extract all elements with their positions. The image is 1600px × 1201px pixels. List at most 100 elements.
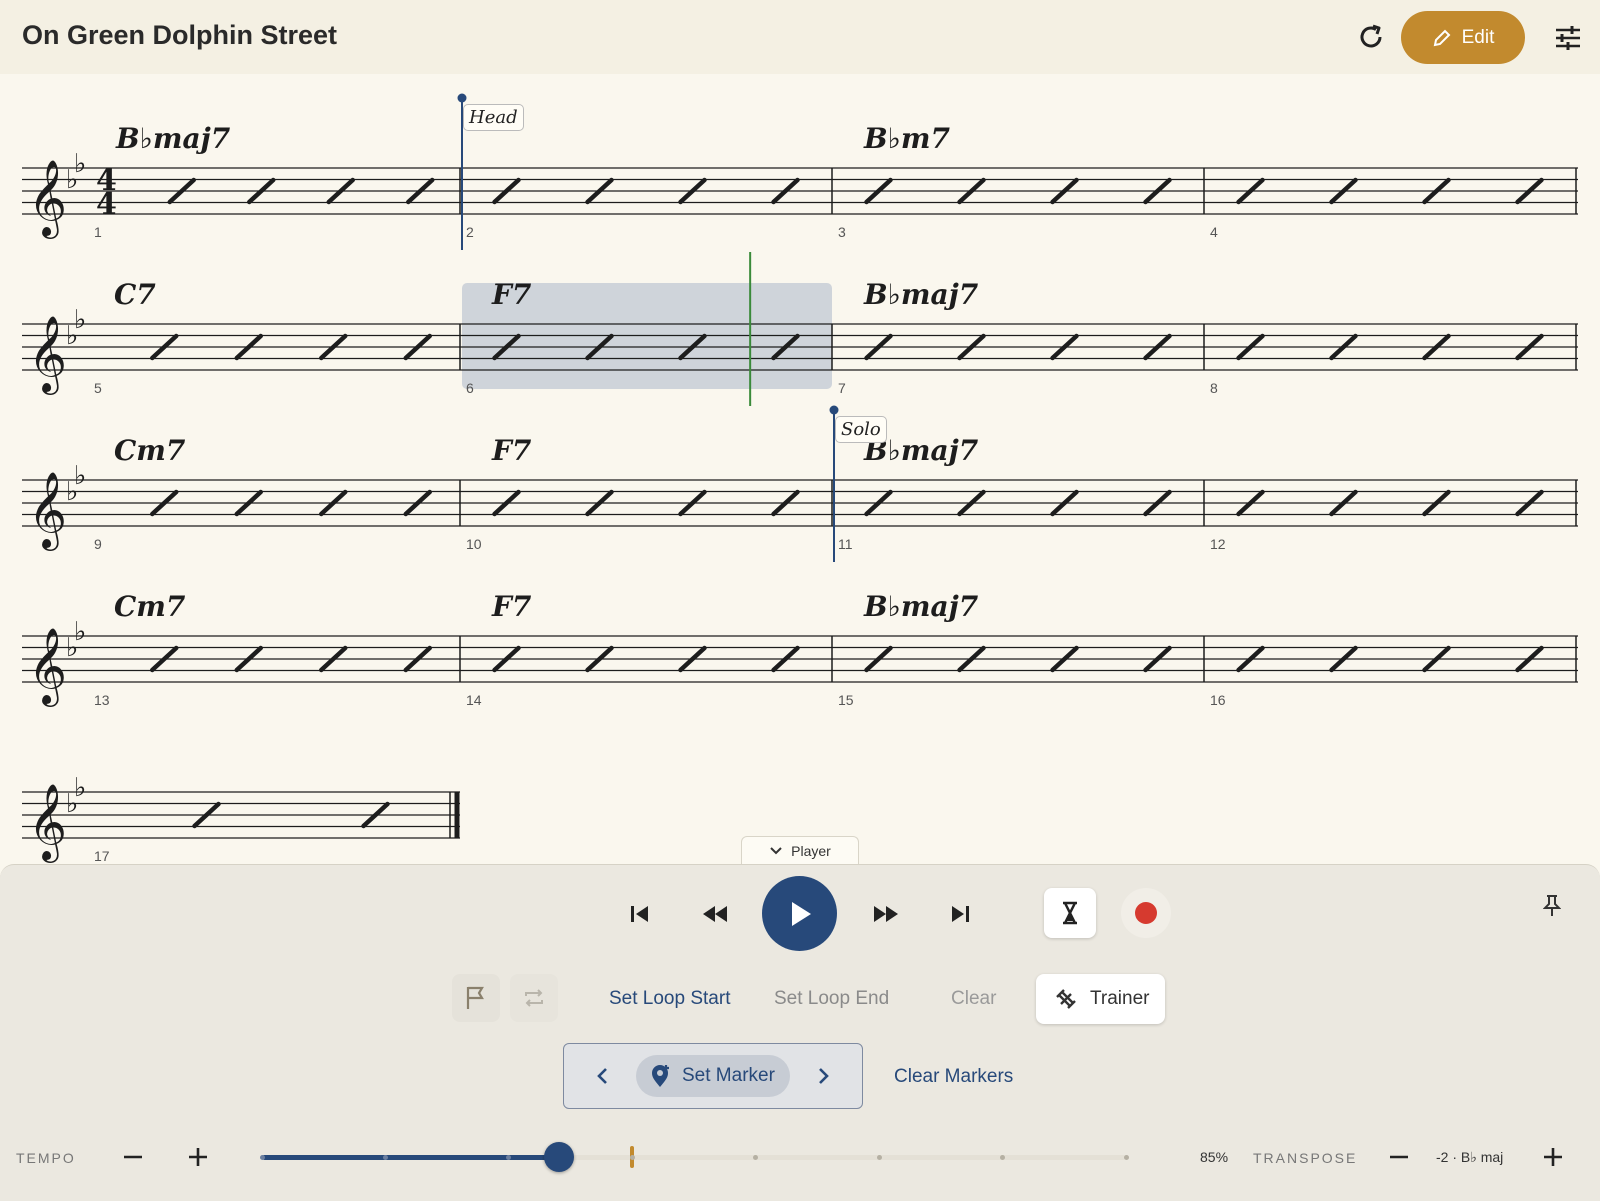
clear-markers-button[interactable]: Clear Markers xyxy=(894,1066,1013,1088)
chord-symbol: F7 xyxy=(492,590,532,623)
key-signature-flat: ♭ xyxy=(74,461,86,491)
measure-number: 12 xyxy=(1210,536,1226,552)
skip-to-end-icon xyxy=(952,906,969,922)
clear-loop-button[interactable]: Clear xyxy=(951,988,996,1010)
play-icon xyxy=(791,901,811,926)
dumbbell-icon xyxy=(1056,989,1076,1009)
skip-to-start-icon xyxy=(631,906,648,922)
lead-sheet[interactable]: 𝄞 ♭ ♭ 4 4 𝄞 ♭ ♭ 𝄞 ♭ ♭ 𝄞 ♭ ♭ 𝄞 ♭ ♭ B♭maj7 1 2 Head B♭m7 3 4 C7 5 F7… xyxy=(0,74,1600,864)
transpose-value: -2 · B♭ maj xyxy=(1436,1149,1504,1165)
measure-number: 10 xyxy=(466,536,482,552)
edit-label: Edit xyxy=(1461,26,1495,48)
measure-number: 15 xyxy=(838,692,854,708)
player-toggle-tab[interactable]: Player xyxy=(741,836,859,865)
set-marker-button[interactable]: Set Marker xyxy=(636,1055,790,1097)
fast-forward-button[interactable] xyxy=(868,898,904,930)
chord-symbol: F7 xyxy=(492,434,532,467)
pin-button[interactable] xyxy=(1538,892,1566,920)
tempo-slider-fill xyxy=(262,1155,560,1160)
measure-number: 1 xyxy=(94,224,102,240)
tempo-step-dot xyxy=(382,1155,388,1160)
rewind-button[interactable] xyxy=(697,898,733,930)
count-in-button[interactable] xyxy=(1044,888,1096,938)
measure-number: 8 xyxy=(1210,380,1218,396)
rewind-icon xyxy=(703,906,727,922)
measure-number: 17 xyxy=(94,848,110,864)
settings-button[interactable] xyxy=(1554,24,1582,52)
flag-icon xyxy=(466,986,484,1009)
measure-number: 11 xyxy=(838,536,853,552)
chord-symbol: B♭maj7 xyxy=(116,122,231,155)
hourglass-icon xyxy=(1063,901,1077,925)
treble-clef: 𝄞 xyxy=(28,627,67,707)
key-signature-flat: ♭ xyxy=(74,617,86,647)
tempo-step-dot xyxy=(1123,1155,1129,1160)
marker-pin xyxy=(829,405,839,415)
key-signature-flat: ♭ xyxy=(74,773,86,803)
key-signature-flat: ♭ xyxy=(74,149,86,179)
measure-number: 9 xyxy=(94,536,102,552)
transpose-down-button[interactable] xyxy=(1384,1142,1414,1172)
chord-symbol: F7 xyxy=(492,278,532,311)
measure-number: 14 xyxy=(466,692,482,708)
marker-label-solo[interactable]: Solo xyxy=(835,416,887,443)
score-staves: 𝄞♭♭ 44𝄞♭♭𝄞♭♭𝄞♭♭𝄞♭♭ xyxy=(22,93,1578,863)
measure-number: 7 xyxy=(838,380,846,396)
tempo-step-dot xyxy=(629,1155,635,1160)
treble-clef: 𝄞 xyxy=(28,159,67,239)
pin-icon xyxy=(1543,895,1561,916)
fast-forward-icon xyxy=(874,906,898,922)
next-marker-button[interactable] xyxy=(810,1060,838,1092)
chevron-down-icon xyxy=(770,847,782,855)
add-marker-icon xyxy=(652,1065,669,1087)
skip-to-start-button[interactable] xyxy=(624,898,656,930)
marker-label-head[interactable]: Head xyxy=(463,104,524,131)
tempo-step-dot xyxy=(876,1155,882,1160)
measure-number: 4 xyxy=(1210,224,1218,240)
edit-button[interactable]: Edit xyxy=(1401,11,1525,64)
play-button[interactable] xyxy=(762,876,837,951)
trainer-button[interactable]: Trainer xyxy=(1036,974,1165,1024)
sliders-icon xyxy=(1556,26,1580,50)
treble-clef: 𝄞 xyxy=(28,315,67,395)
tempo-label: TEMPO xyxy=(16,1150,76,1166)
measure-number: 2 xyxy=(466,224,474,240)
loop-flag-button[interactable] xyxy=(452,974,500,1022)
record-button[interactable] xyxy=(1121,888,1171,938)
tempo-step-dot xyxy=(259,1155,265,1160)
chord-symbol: B♭m7 xyxy=(864,122,950,155)
measure-number: 5 xyxy=(94,380,102,396)
transpose-label: TRANSPOSE xyxy=(1253,1150,1358,1166)
pencil-icon xyxy=(1433,29,1451,46)
set-loop-end-button[interactable]: Set Loop End xyxy=(774,988,889,1010)
skip-to-end-button[interactable] xyxy=(944,898,976,930)
chord-symbol: Cm7 xyxy=(114,590,186,623)
tempo-slider[interactable] xyxy=(259,1142,1129,1172)
tempo-decrease-button[interactable] xyxy=(118,1142,148,1172)
plus-icon xyxy=(1544,1148,1562,1166)
key-signature-flat: ♭ xyxy=(74,305,86,335)
time-signature-bottom: 4 xyxy=(96,187,117,222)
refresh-button[interactable] xyxy=(1356,22,1386,52)
player-tab-label: Player xyxy=(791,843,831,859)
refresh-icon xyxy=(1360,24,1382,48)
tempo-increase-button[interactable] xyxy=(183,1142,213,1172)
loop-toggle-button[interactable] xyxy=(510,974,558,1022)
marker-pin xyxy=(457,93,467,103)
tempo-slider-thumb[interactable] xyxy=(544,1142,575,1172)
chevron-right-icon xyxy=(819,1068,829,1084)
chord-symbol: B♭maj7 xyxy=(864,278,979,311)
trainer-label: Trainer xyxy=(1090,988,1150,1009)
set-marker-label: Set Marker xyxy=(682,1065,775,1086)
chord-symbol: C7 xyxy=(114,278,156,311)
transpose-up-button[interactable] xyxy=(1538,1142,1568,1172)
page-title: On Green Dolphin Street xyxy=(22,20,338,50)
minus-icon xyxy=(124,1155,142,1159)
chord-symbol: B♭maj7 xyxy=(864,590,979,623)
chevron-left-icon xyxy=(597,1068,607,1084)
measure-number: 13 xyxy=(94,692,110,708)
set-loop-start-button[interactable]: Set Loop Start xyxy=(609,988,730,1010)
previous-marker-button[interactable] xyxy=(588,1060,616,1092)
record-icon xyxy=(1135,902,1157,924)
treble-clef: 𝄞 xyxy=(28,471,67,551)
